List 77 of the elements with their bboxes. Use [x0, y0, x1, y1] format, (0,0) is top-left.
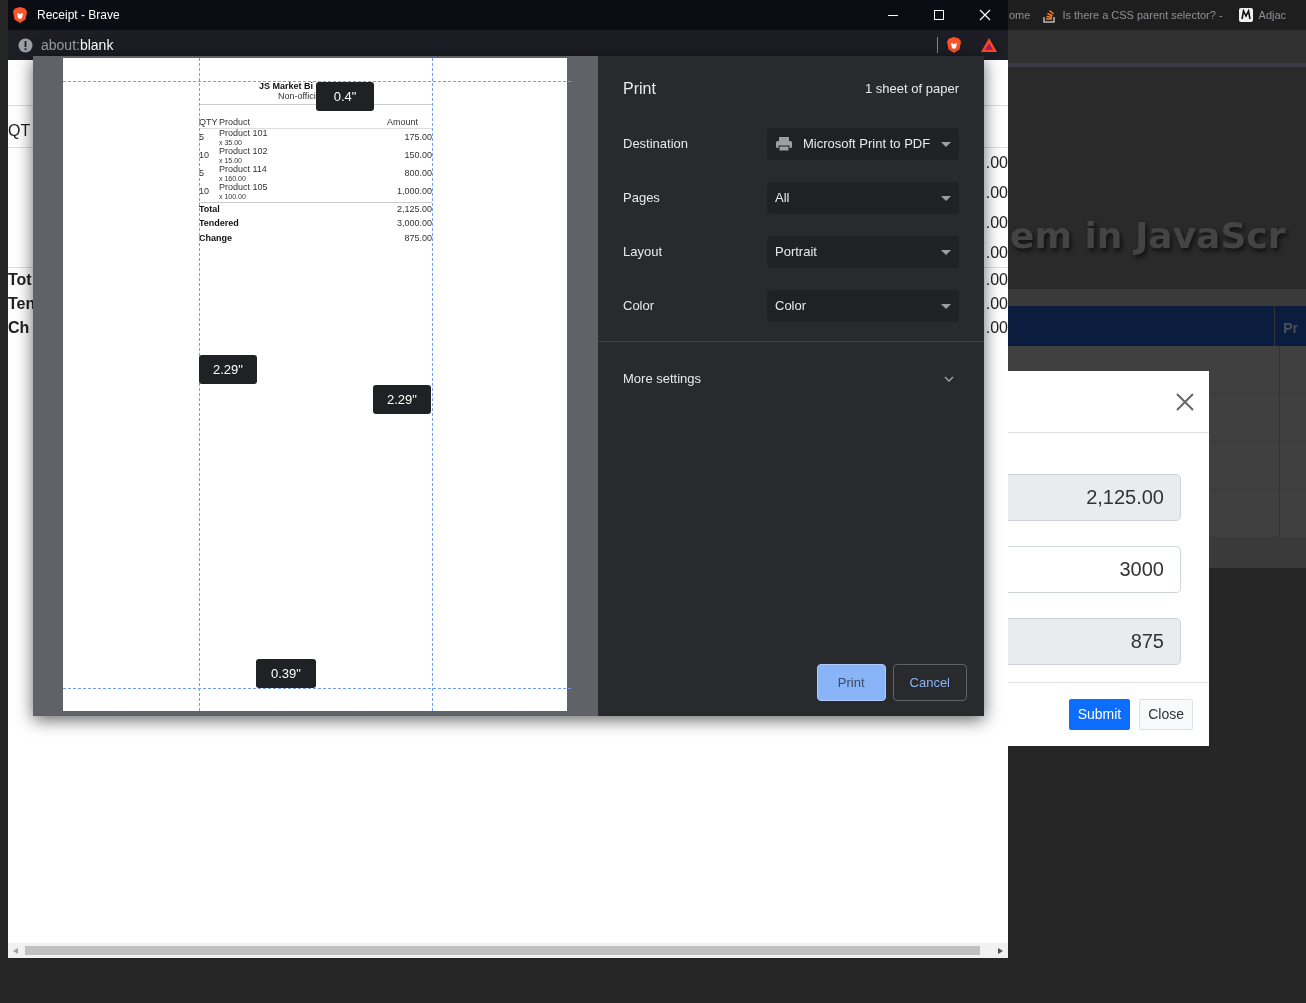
amount-text: .00: [985, 183, 1008, 203]
amount-text: .00: [985, 270, 1008, 290]
info-icon: [18, 37, 33, 53]
qty-cell-text: 5: [199, 130, 205, 143]
product-name: Product 101: [219, 128, 269, 139]
total-value: 3,000.00: [396, 219, 432, 230]
scroll-thumb[interactable]: [25, 946, 980, 955]
caret-icon: [941, 141, 951, 147]
setting-label: Destination: [623, 135, 689, 154]
amount-text: .00: [985, 242, 1008, 263]
text-label: Tot: [8, 270, 32, 290]
sheet-count: 1 sheet of paper: [865, 80, 959, 99]
input-field[interactable]: 875: [1008, 618, 1181, 665]
column-header: Product: [219, 117, 252, 128]
margin-tooltip: 0.4": [316, 82, 374, 111]
setting-label: Pages: [623, 189, 660, 208]
qty-cell-text: 10: [199, 184, 210, 197]
dropdown[interactable]: Portrait: [767, 236, 959, 268]
shop-subtitle: Non-offici: [278, 91, 316, 102]
setting-label: Layout: [623, 243, 663, 262]
maximize-icon[interactable]: [934, 10, 944, 20]
text-label: Ch: [8, 318, 30, 338]
total-value: 2,125.00: [396, 204, 432, 215]
margin-tooltip: 2.29": [373, 385, 431, 414]
total-value: 875.00: [404, 233, 432, 244]
product-name: Product 105: [219, 182, 269, 193]
logo-icon: [1238, 8, 1253, 22]
qty-cell-text: 5: [199, 166, 205, 179]
printer-icon: [775, 136, 793, 152]
amount-cell-text: 150.00: [404, 148, 432, 161]
stack-icon: [1042, 7, 1057, 23]
margin-tooltip: 2.29": [199, 355, 257, 384]
print-button[interactable]: Print: [816, 663, 886, 701]
amount-cell-text: 1,000.00: [396, 184, 432, 197]
cancel-button[interactable]: Cancel: [892, 663, 967, 701]
more-settings-toggle[interactable]: More settings: [598, 342, 984, 389]
caret-icon: [941, 303, 951, 309]
column-header: Pr: [1282, 319, 1299, 338]
dialog-title: Print: [623, 79, 656, 99]
dropdown[interactable]: Color: [767, 290, 959, 322]
scrollbar[interactable]: [8, 943, 1008, 958]
right-arrow-icon[interactable]: [998, 948, 1003, 954]
lion-icon[interactable]: [946, 36, 962, 54]
browser-tab[interactable]: ome: [1009, 6, 1031, 24]
text-label: QT: [8, 121, 31, 141]
product-name: Product 102: [219, 146, 269, 157]
chevron-down-icon: [944, 375, 954, 382]
dropdown[interactable]: All: [767, 182, 959, 214]
browser-tab[interactable]: Is there a CSS parent selector? -: [1062, 6, 1223, 24]
column-header: Amount: [386, 117, 419, 128]
input-field[interactable]: 3000: [1008, 546, 1181, 593]
window-title: Receipt - Brave: [37, 7, 120, 24]
margin-tooltip: 0.39": [256, 659, 316, 688]
browser-tab[interactable]: Adjac: [1258, 6, 1287, 24]
input-field[interactable]: 2,125.00: [1008, 474, 1181, 521]
lion-icon: [12, 6, 28, 24]
total-label: Total: [199, 204, 220, 215]
dropdown[interactable]: Microsoft Print to PDF: [767, 128, 959, 160]
amount-cell-text: 800.00: [404, 166, 432, 179]
setting-label: Color: [623, 297, 655, 316]
triangle-icon[interactable]: [980, 37, 998, 53]
total-label: Tendered: [199, 219, 239, 230]
amount-cell-text: 175.00: [404, 130, 432, 143]
qty-cell-text: 10: [199, 148, 210, 161]
submit-button[interactable]: Submit: [1068, 699, 1131, 730]
caret-icon: [941, 195, 951, 201]
close-button[interactable]: Close: [1139, 699, 1193, 730]
total-label: Change: [199, 233, 232, 244]
amount-text: .00: [985, 294, 1008, 314]
shop-name: JS Market Bi: [259, 82, 314, 92]
amount-text: .00: [985, 153, 1008, 173]
amount-text: .00: [985, 213, 1008, 233]
column-header: QTY: [199, 117, 219, 128]
product-name: Product 114: [219, 164, 268, 175]
caret-icon: [941, 249, 951, 255]
address-field[interactable]: about:blank: [41, 34, 114, 56]
amount-text: .00: [985, 318, 1008, 338]
